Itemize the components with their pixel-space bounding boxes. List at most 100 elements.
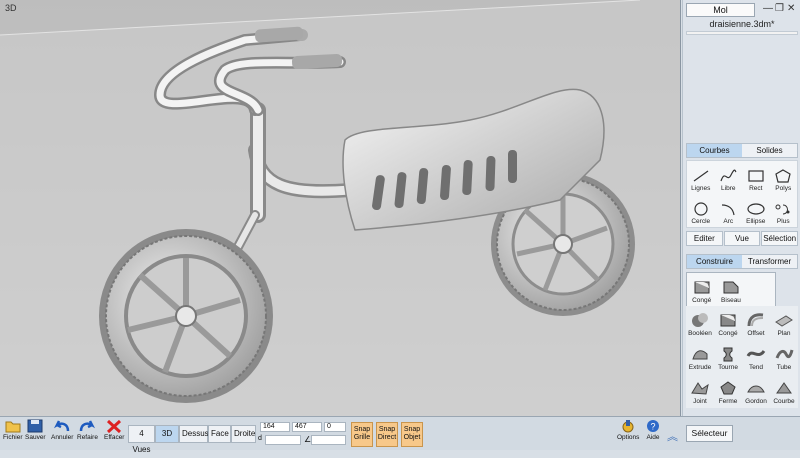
- circle-icon: [694, 202, 708, 216]
- help-icon: ?: [647, 420, 659, 432]
- viewport-scene: [0, 0, 680, 416]
- fillet-icon: [720, 314, 736, 327]
- sauver-button[interactable]: Sauver: [25, 419, 46, 441]
- viewport-label: 3D: [5, 3, 17, 13]
- snap-direct-button[interactable]: Snap Direct: [376, 422, 398, 447]
- tool-polys[interactable]: Polys: [770, 161, 798, 194]
- freehand-icon: [720, 169, 737, 182]
- offset-icon: [747, 313, 764, 327]
- selection-button[interactable]: Sélection: [761, 231, 799, 246]
- tool-conge-top[interactable]: Congé: [687, 273, 716, 306]
- tab-transformer[interactable]: Transformer: [742, 255, 797, 268]
- front-wheel: [99, 229, 273, 403]
- more-icon: [775, 204, 790, 215]
- extrude-icon: [692, 350, 708, 360]
- tool-tourne[interactable]: Tourne: [714, 340, 742, 373]
- tool-tube[interactable]: Tube: [770, 340, 798, 373]
- fillet-icon: [694, 281, 710, 294]
- coord-z[interactable]: 0: [324, 422, 346, 432]
- aide-button[interactable]: ? Aide: [645, 419, 661, 441]
- tab-4-vues[interactable]: 4 Vues: [128, 425, 155, 454]
- curve-icon: [776, 382, 792, 394]
- tool-arc[interactable]: Arc: [715, 194, 743, 227]
- line-icon: [693, 170, 709, 182]
- editer-button[interactable]: Editer: [686, 231, 723, 246]
- vue-button[interactable]: Vue: [723, 231, 761, 246]
- tool-libre[interactable]: Libre: [715, 161, 743, 194]
- 3d-viewport[interactable]: 3D: [0, 0, 681, 416]
- expand-up-icon[interactable]: ︽: [667, 428, 678, 444]
- distance-label: d: [258, 435, 262, 442]
- tool-lignes[interactable]: Lignes: [687, 161, 715, 194]
- file-name-bar: [686, 31, 798, 35]
- tool-courbe[interactable]: Courbe: [770, 374, 798, 407]
- tabs-curves-solids: Courbes Solides: [686, 143, 798, 158]
- tool-conge[interactable]: Congé: [714, 306, 742, 339]
- bottom-toolbar: Fichier Sauver Annuler Refaire Effacer 4…: [0, 416, 800, 454]
- curve-tools: Lignes Libre Rect Polys Cercle Arc Ellip…: [686, 160, 798, 228]
- effacer-button[interactable]: Effacer: [104, 419, 124, 441]
- fichier-button[interactable]: Fichier: [3, 419, 23, 441]
- options-button[interactable]: Options: [617, 419, 639, 441]
- options-icon: [622, 420, 634, 433]
- redo-icon: [80, 420, 96, 432]
- file-name: draisienne.3dm*: [709, 19, 775, 29]
- fillet-tools: Congé Biseau: [686, 272, 776, 307]
- chamfer-icon: [723, 281, 739, 294]
- polygon-icon: [775, 169, 791, 183]
- ellipse-icon: [747, 203, 765, 215]
- tab-courbes[interactable]: Courbes: [687, 144, 742, 157]
- join-icon: [691, 382, 709, 395]
- rectangle-icon: [748, 170, 764, 182]
- selecteur-button[interactable]: Sélecteur: [686, 425, 733, 442]
- save-icon: [27, 419, 43, 433]
- tool-tend[interactable]: Tend: [742, 340, 770, 373]
- minimize-icon[interactable]: —: [763, 3, 773, 15]
- tool-cercle[interactable]: Cercle: [687, 194, 715, 227]
- folder-icon: [5, 421, 21, 433]
- tool-rect[interactable]: Rect: [742, 161, 770, 194]
- tool-ellipse[interactable]: Ellipse: [742, 194, 770, 227]
- tab-dessus[interactable]: Dessus: [179, 425, 209, 443]
- plane-icon: [775, 315, 793, 327]
- revolve-icon: [723, 347, 733, 362]
- tool-joint[interactable]: Joint: [686, 374, 714, 407]
- close-icon: [720, 381, 736, 395]
- svg-text:?: ?: [651, 422, 656, 432]
- tool-ferme[interactable]: Ferme: [714, 374, 742, 407]
- tool-biseau[interactable]: Biseau: [716, 273, 745, 306]
- tool-extrude[interactable]: Extrude: [686, 340, 714, 373]
- tool-booleen[interactable]: Booléen: [686, 306, 714, 339]
- tab-droite[interactable]: Droite: [231, 425, 256, 443]
- build-tools: Booléen Congé Offset Plan Extrude Tourne…: [686, 306, 798, 408]
- arc-icon: [722, 204, 735, 216]
- right-panel: Mol — ❐ ✕ draisienne.3dm* Courbes Solide…: [682, 0, 800, 416]
- tool-plan[interactable]: Plan: [770, 306, 798, 339]
- tab-3d[interactable]: 3D: [155, 425, 179, 443]
- delete-icon: [107, 419, 122, 433]
- snap-grille-button[interactable]: Snap Grille: [351, 422, 373, 447]
- loft-icon: [746, 350, 766, 357]
- restore-icon[interactable]: ❐: [775, 3, 784, 15]
- edit-view-selection-row: Editer Vue Sélection: [686, 231, 799, 246]
- close-icon[interactable]: ✕: [787, 3, 795, 15]
- tool-gordon[interactable]: Gordon: [742, 374, 770, 407]
- undo-icon: [54, 420, 70, 432]
- panel-title[interactable]: Mol: [686, 3, 755, 17]
- tab-construire[interactable]: Construire: [687, 255, 742, 268]
- coord-x[interactable]: 164: [260, 422, 290, 432]
- refaire-button[interactable]: Refaire: [77, 419, 98, 441]
- boolean-icon: [692, 313, 708, 327]
- distance-input[interactable]: [265, 435, 301, 445]
- tool-plus[interactable]: Plus: [770, 194, 798, 227]
- tool-offset[interactable]: Offset: [742, 306, 770, 339]
- tab-face[interactable]: Face: [208, 425, 231, 443]
- tab-solides[interactable]: Solides: [742, 144, 797, 157]
- snap-objet-button[interactable]: Snap Objet: [401, 422, 423, 447]
- tabs-build-transform: Construire Transformer: [686, 254, 798, 269]
- coord-y[interactable]: 467: [292, 422, 322, 432]
- angle-input[interactable]: [311, 435, 346, 445]
- pipe-icon: [775, 349, 794, 359]
- annuler-button[interactable]: Annuler: [51, 419, 73, 441]
- gordon-icon: [747, 385, 765, 393]
